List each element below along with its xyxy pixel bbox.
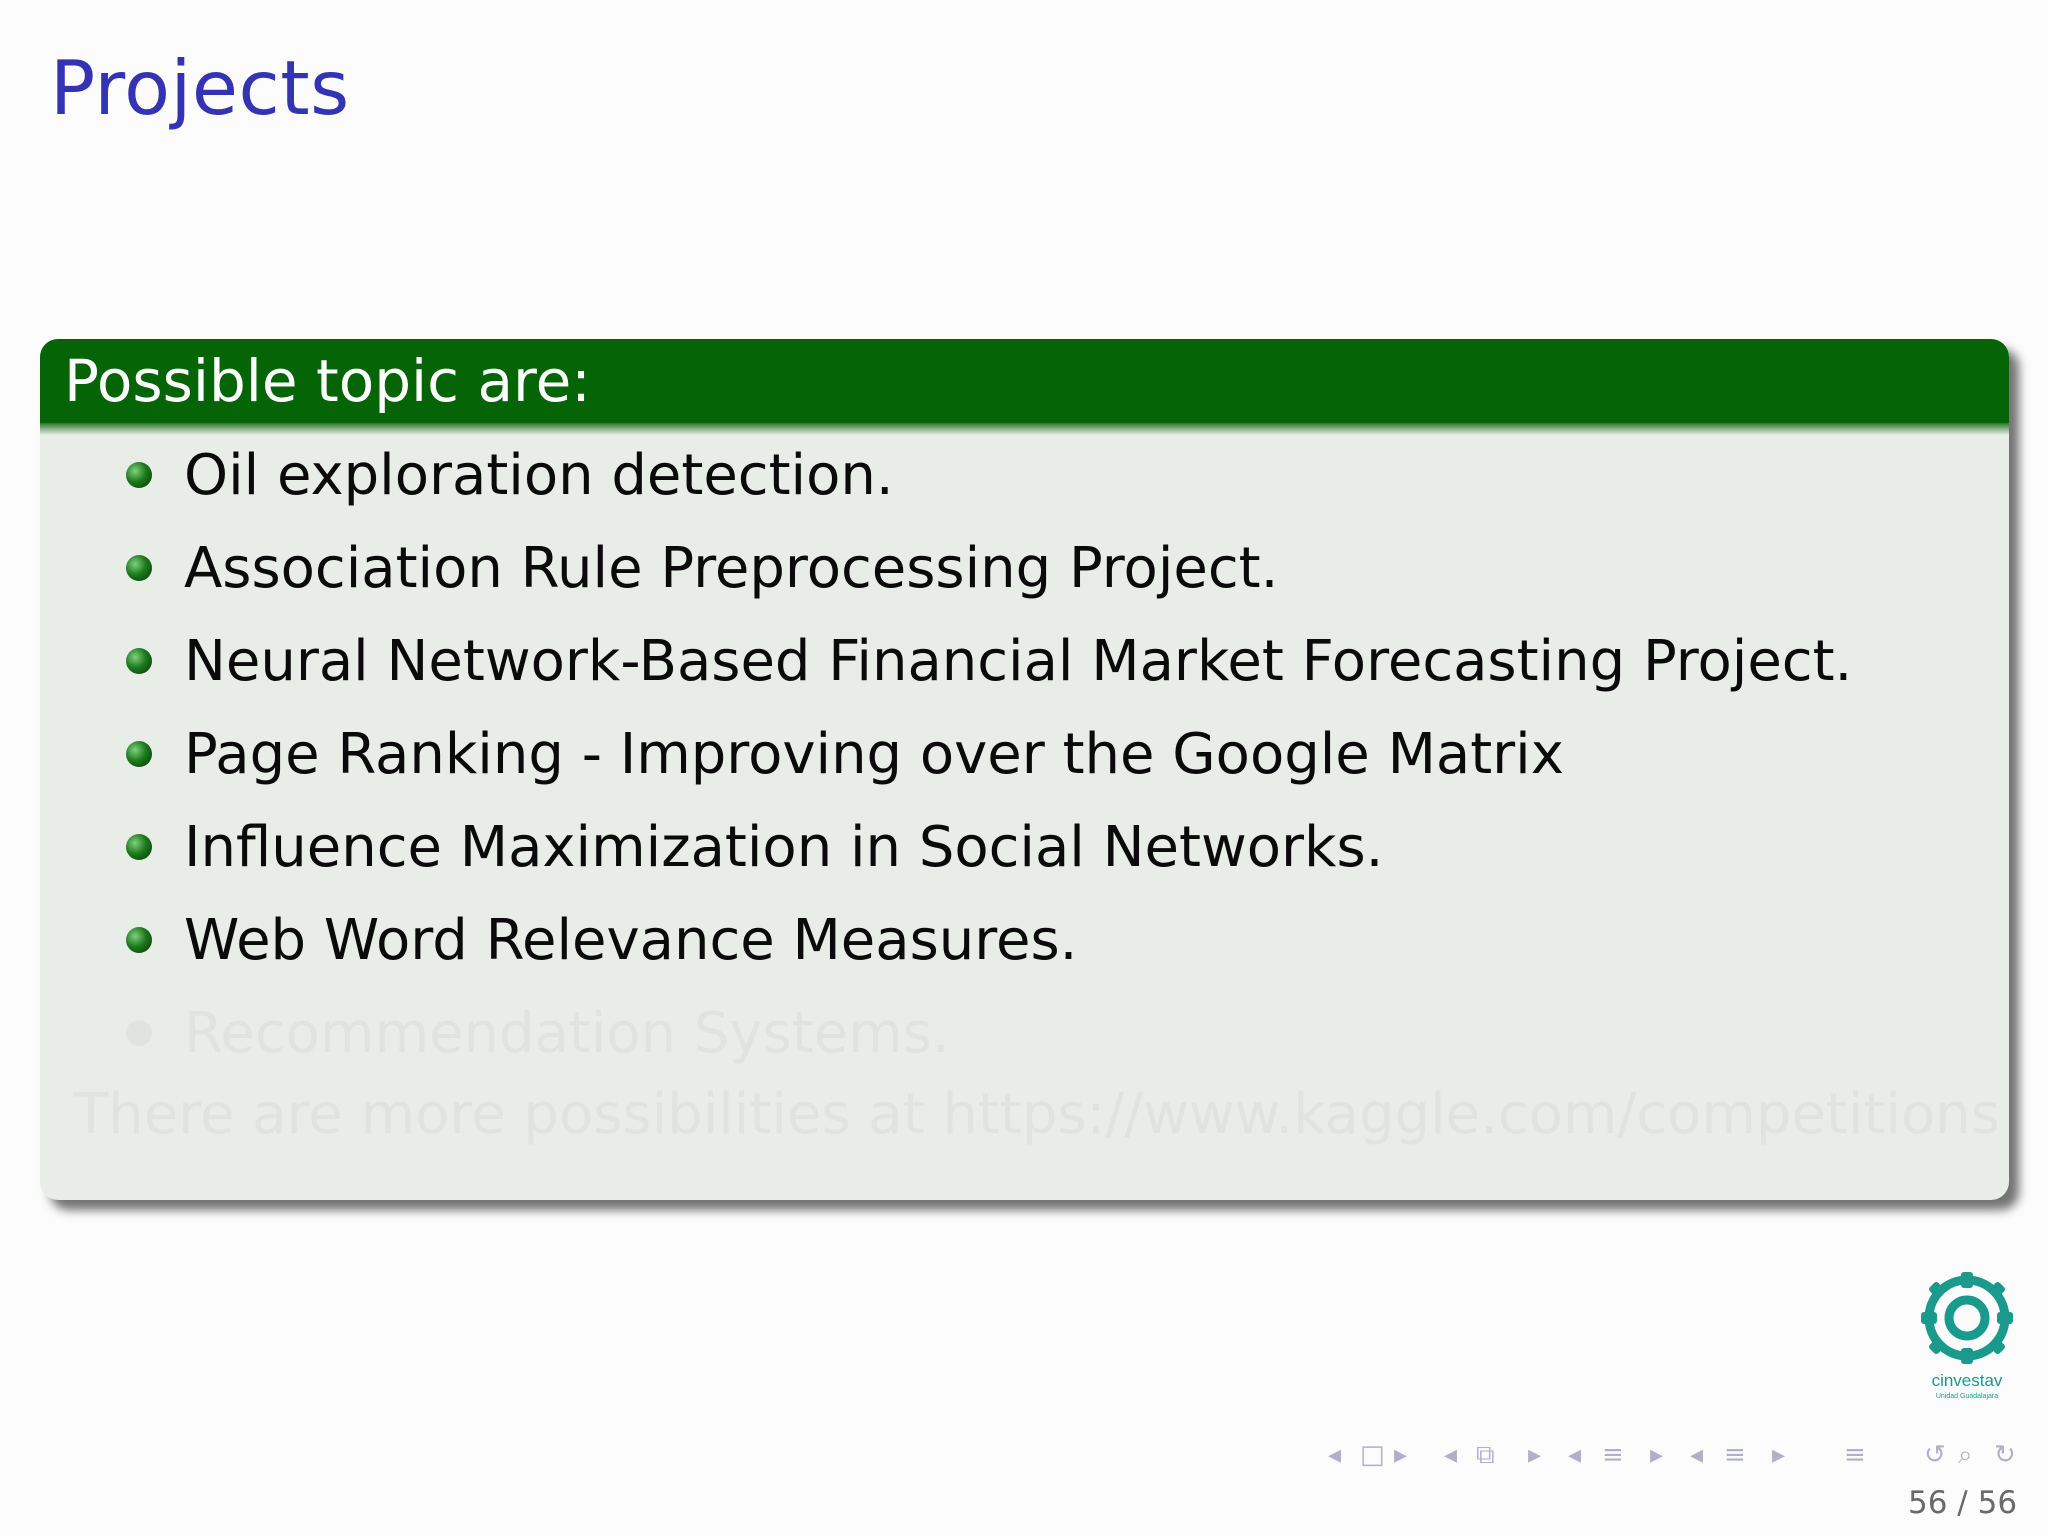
bullet-icon xyxy=(126,834,152,860)
list-item-text: Recommendation Systems. xyxy=(184,1000,950,1066)
bullet-icon xyxy=(126,462,152,488)
logo-text: cinvestav xyxy=(1932,1371,2003,1390)
nav-outline-icon[interactable]: ≡ xyxy=(1844,1440,1866,1470)
list-item-text: Association Rule Preprocessing Project. xyxy=(184,535,1279,601)
nav-next-section-icon[interactable]: ▸ xyxy=(1650,1440,1663,1470)
cinvestav-logo: cinvestav Unidad Guadalajara xyxy=(1921,1272,2013,1400)
block-title-shadow xyxy=(40,423,2009,435)
nav-prev-list-icon[interactable]: ◂ xyxy=(1690,1440,1703,1470)
nav-prev-section-icon[interactable]: ◂ xyxy=(1568,1440,1581,1470)
list-item: Web Word Relevance Measures. xyxy=(40,900,1077,980)
nav-prev-frame-icon[interactable]: ◂ xyxy=(1328,1440,1341,1470)
nav-frame-icon[interactable]: □ xyxy=(1360,1440,1385,1470)
list-item-text: Neural Network-Based Financial Market Fo… xyxy=(184,628,1853,694)
logo-subtext: Unidad Guadalajara xyxy=(1936,1393,1998,1400)
page-number: 56 / 56 xyxy=(1908,1485,2018,1521)
topics-block: Possible topic are: Oil exploration dete… xyxy=(40,339,2009,1200)
list-item: Neural Network-Based Financial Market Fo… xyxy=(40,621,1852,701)
list-item: Oil exploration detection. xyxy=(40,435,894,515)
nav-prev-subsection-icon[interactable]: ◂ xyxy=(1444,1440,1457,1470)
nav-list-icon[interactable]: ≡ xyxy=(1724,1440,1746,1470)
bullet-icon xyxy=(126,1020,152,1046)
bullet-icon xyxy=(126,648,152,674)
list-item-text: Page Ranking - Improving over the Google… xyxy=(184,721,1564,787)
nav-next-list-icon[interactable]: ▸ xyxy=(1772,1440,1785,1470)
list-item-text: Oil exploration detection. xyxy=(184,442,894,508)
nav-next-subsection-icon[interactable]: ▸ xyxy=(1528,1440,1541,1470)
slide-title: Projects xyxy=(50,44,350,132)
nav-section-icon[interactable]: ≡ xyxy=(1602,1440,1624,1470)
nav-forward-icon[interactable]: ↻ xyxy=(1994,1440,2016,1470)
list-item: Page Ranking - Improving over the Google… xyxy=(40,714,1564,794)
nav-search-icon[interactable]: ⌕ xyxy=(1958,1440,1973,1471)
list-item-text: Influence Maximization in Social Network… xyxy=(184,814,1384,880)
nav-next-frame-icon[interactable]: ▸ xyxy=(1394,1440,1407,1470)
hidden-note: There are more possibilities at https://… xyxy=(74,1081,2000,1147)
bullet-icon xyxy=(126,555,152,581)
list-item: Association Rule Preprocessing Project. xyxy=(40,528,1278,608)
block-title: Possible topic are: xyxy=(40,339,2009,423)
list-item: Influence Maximization in Social Network… xyxy=(40,807,1383,887)
beamer-navigation: ◂ □ ▸ ◂ ⧉ ▸ ◂ ≡ ▸ ◂ ≡ ▸ ≡ ↺ ⌕ ↻ xyxy=(1320,1440,2030,1480)
list-item-hidden: Recommendation Systems. xyxy=(40,993,950,1073)
nav-back-icon[interactable]: ↺ xyxy=(1924,1440,1946,1470)
bullet-icon xyxy=(126,741,152,767)
bullet-icon xyxy=(126,927,152,953)
list-item-text: Web Word Relevance Measures. xyxy=(184,907,1078,973)
nav-subsection-icon[interactable]: ⧉ xyxy=(1476,1440,1495,1471)
